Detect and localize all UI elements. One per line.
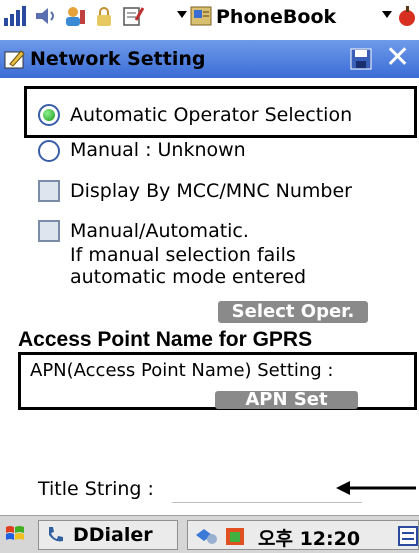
save-icon[interactable] xyxy=(350,48,372,70)
apple-icon[interactable] xyxy=(396,6,418,26)
top-status-bar: PhoneBook xyxy=(0,0,419,33)
window-title: Network Setting xyxy=(30,48,206,70)
ddialer-label: DDialer xyxy=(73,524,153,546)
apn-set-button[interactable]: APN Set xyxy=(215,391,358,409)
chevron-down-icon[interactable] xyxy=(177,11,187,18)
ddialer-task-button[interactable]: DDialer xyxy=(38,520,178,550)
manual-operator-radio[interactable] xyxy=(38,140,60,162)
manual-automatic-desc-1: If manual selection fails xyxy=(70,244,296,266)
close-icon[interactable]: ✕ xyxy=(385,43,410,73)
connectivity-icon[interactable] xyxy=(194,525,218,547)
volume-icon[interactable] xyxy=(34,6,56,26)
edit-icon xyxy=(4,50,25,69)
system-tray: 오후 12:20 xyxy=(187,520,419,550)
manual-automatic-label[interactable]: Manual/Automatic. xyxy=(70,220,249,242)
manual-operator-label[interactable]: Manual : Unknown xyxy=(70,139,246,161)
mcc-mnc-checkbox[interactable] xyxy=(38,180,60,202)
app-title[interactable]: PhoneBook xyxy=(216,6,336,28)
lock-icon[interactable] xyxy=(93,6,115,26)
keyboard-icon[interactable] xyxy=(398,525,418,547)
title-string-label: Title String : xyxy=(38,478,154,500)
signal-icon[interactable] xyxy=(4,6,26,26)
arrow-left-icon xyxy=(336,481,416,495)
manual-automatic-desc-2: automatic mode entered xyxy=(70,266,307,288)
window-title-bar: Network Setting ✕ xyxy=(0,40,419,78)
taskbar: DDialer 오후 12:20 xyxy=(0,515,419,553)
manual-automatic-checkbox[interactable] xyxy=(38,220,60,242)
app-menu-chevron-icon[interactable] xyxy=(382,11,392,18)
phone-icon xyxy=(49,527,63,542)
gprs-section-heading: Access Point Name for GPRS xyxy=(18,328,313,351)
battery-icon[interactable] xyxy=(224,525,248,547)
notes-icon[interactable] xyxy=(122,6,144,26)
automatic-operator-radio[interactable] xyxy=(38,104,60,126)
title-string-input[interactable] xyxy=(172,502,362,503)
phonebook-icon xyxy=(190,6,212,26)
apn-setting-label: APN(Access Point Name) Setting : xyxy=(30,360,334,381)
mcc-mnc-label[interactable]: Display By MCC/MNC Number xyxy=(70,180,352,202)
select-operator-button[interactable]: Select Oper. xyxy=(218,301,368,323)
windows-start-icon[interactable] xyxy=(4,523,26,545)
automatic-operator-label[interactable]: Automatic Operator Selection xyxy=(70,104,352,126)
contacts-icon[interactable] xyxy=(64,6,86,26)
clock-label[interactable]: 오후 12:20 xyxy=(258,524,360,551)
